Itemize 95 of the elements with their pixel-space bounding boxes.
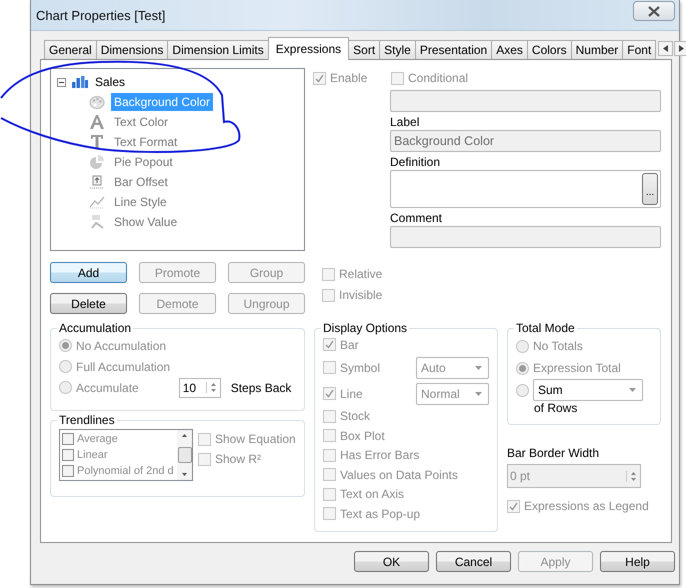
spinner-value: 10 — [182, 380, 196, 394]
up-arrow-icon[interactable] — [210, 383, 216, 386]
group-title: Total Mode — [515, 321, 576, 335]
radio-label: Accumulate — [76, 380, 139, 394]
radio-label: Expression Total — [533, 361, 621, 375]
dialog-button[interactable]: OK — [354, 551, 429, 572]
line-chart-icon — [89, 194, 105, 210]
tree-item[interactable]: Text Color — [111, 113, 172, 131]
tab[interactable]: Font — [622, 40, 656, 59]
checkbox-label: Invisible — [339, 288, 382, 302]
scroll-bar[interactable] — [177, 430, 192, 480]
caret-icon — [475, 366, 482, 370]
scroll-right-button[interactable] — [674, 41, 686, 56]
field-value: Background Color — [394, 134, 494, 148]
tree-item[interactable]: Pie Popout — [111, 153, 176, 171]
group-title: Trendlines — [58, 413, 116, 427]
tab[interactable]: Number — [570, 40, 624, 59]
field-label: Label — [390, 114, 420, 129]
tab[interactable]: Dimension Limits — [167, 40, 269, 59]
steps-spinner[interactable]: 10 — [178, 378, 221, 398]
checkbox[interactable] — [62, 433, 74, 445]
checkbox-label: Relative — [339, 267, 382, 281]
dropdown-value: Auto — [421, 360, 446, 374]
dialog-button[interactable]: Help — [600, 551, 675, 572]
checkbox-label: Line — [340, 386, 364, 400]
tree-button[interactable]: Add — [50, 262, 127, 283]
dropdown-value: Normal — [421, 386, 460, 400]
rows-label: of Rows — [533, 401, 578, 415]
bar-offset-icon — [89, 174, 105, 190]
close-button[interactable] — [633, 1, 675, 21]
down-arrow-icon[interactable] — [631, 478, 636, 480]
letter-t-icon — [89, 134, 105, 150]
checkbox-label: Expressions as Legend — [524, 499, 649, 513]
tab[interactable]: Dimensions — [96, 40, 168, 59]
left-arrow-icon — [663, 45, 668, 52]
checkbox-label: Conditional — [408, 71, 468, 85]
condition-field[interactable] — [390, 90, 661, 112]
tree-item[interactable]: Show Value — [111, 213, 180, 231]
pie-chart-icon — [89, 154, 105, 170]
comment-field[interactable] — [390, 226, 661, 248]
checkbox-label: Has Error Bars — [340, 448, 420, 462]
tree-button[interactable]: Delete — [50, 293, 127, 314]
dialog-button[interactable]: Cancel — [436, 551, 511, 572]
dropdown-value: Sum — [538, 383, 563, 397]
radio-button[interactable] — [516, 384, 529, 396]
checkbox-label: Show Equation — [215, 432, 296, 446]
checkbox-label: Show R² — [215, 452, 262, 466]
close-icon — [647, 6, 661, 16]
up-arrow-icon[interactable] — [631, 472, 636, 474]
tab[interactable]: Axes — [491, 40, 528, 59]
tab[interactable]: Sort — [348, 40, 380, 59]
caret-icon — [475, 392, 482, 396]
palette-icon — [89, 94, 105, 110]
bar-chart-icon — [72, 76, 88, 88]
collapse-icon[interactable] — [57, 78, 66, 86]
field-label: Definition — [390, 154, 442, 169]
group-title: Accumulation — [58, 321, 132, 335]
checkbox[interactable] — [62, 449, 74, 461]
letter-a-icon — [89, 114, 105, 130]
radio-label: Full Accumulation — [76, 360, 170, 374]
tab[interactable]: Expressions — [268, 37, 350, 60]
checkbox-label: Stock — [340, 409, 372, 424]
browse-button[interactable]: ... — [642, 173, 658, 205]
steps-label: Steps Back — [230, 380, 292, 394]
tab[interactable]: Presentation — [414, 40, 492, 59]
field-label: Comment — [390, 210, 444, 225]
tab[interactable]: Colors — [526, 40, 572, 59]
tree-item[interactable]: Bar Offset — [111, 173, 171, 191]
checkbox-label: Values on Data Points — [340, 468, 458, 482]
radio-label: No Accumulation — [76, 338, 166, 352]
tab[interactable]: General — [44, 40, 97, 59]
checkbox-label: Symbol — [340, 360, 382, 374]
down-arrow-icon[interactable] — [210, 389, 216, 392]
checkbox-label: Bar — [340, 338, 360, 352]
caret-icon — [629, 388, 636, 392]
scroll-left-button[interactable] — [658, 41, 674, 56]
dropdown[interactable]: Sum — [533, 379, 643, 401]
tree-item[interactable]: Sales — [92, 73, 128, 91]
tab[interactable]: Style — [379, 40, 416, 59]
checkbox-label: Text as Pop-up — [340, 506, 420, 521]
radio-label: No Totals — [533, 339, 583, 353]
window-title: Chart Properties [Test] — [36, 8, 166, 22]
label-field[interactable]: Background Color — [390, 130, 661, 152]
checkbox-label: Enable — [330, 71, 368, 85]
group-title: Display Options — [322, 321, 408, 335]
checkbox-label: Text on Axis — [340, 487, 406, 502]
tree-item[interactable]: Text Format — [111, 133, 180, 151]
definition-field[interactable]: ... — [390, 170, 661, 208]
spinner-value: 0 pt — [510, 469, 530, 483]
checkbox[interactable] — [62, 465, 74, 477]
field-label: Bar Border Width — [507, 446, 600, 460]
checkbox-label: Box Plot — [340, 428, 386, 443]
right-arrow-icon — [679, 45, 684, 52]
tree-item[interactable]: Line Style — [111, 193, 170, 211]
value-label-icon — [89, 214, 105, 230]
